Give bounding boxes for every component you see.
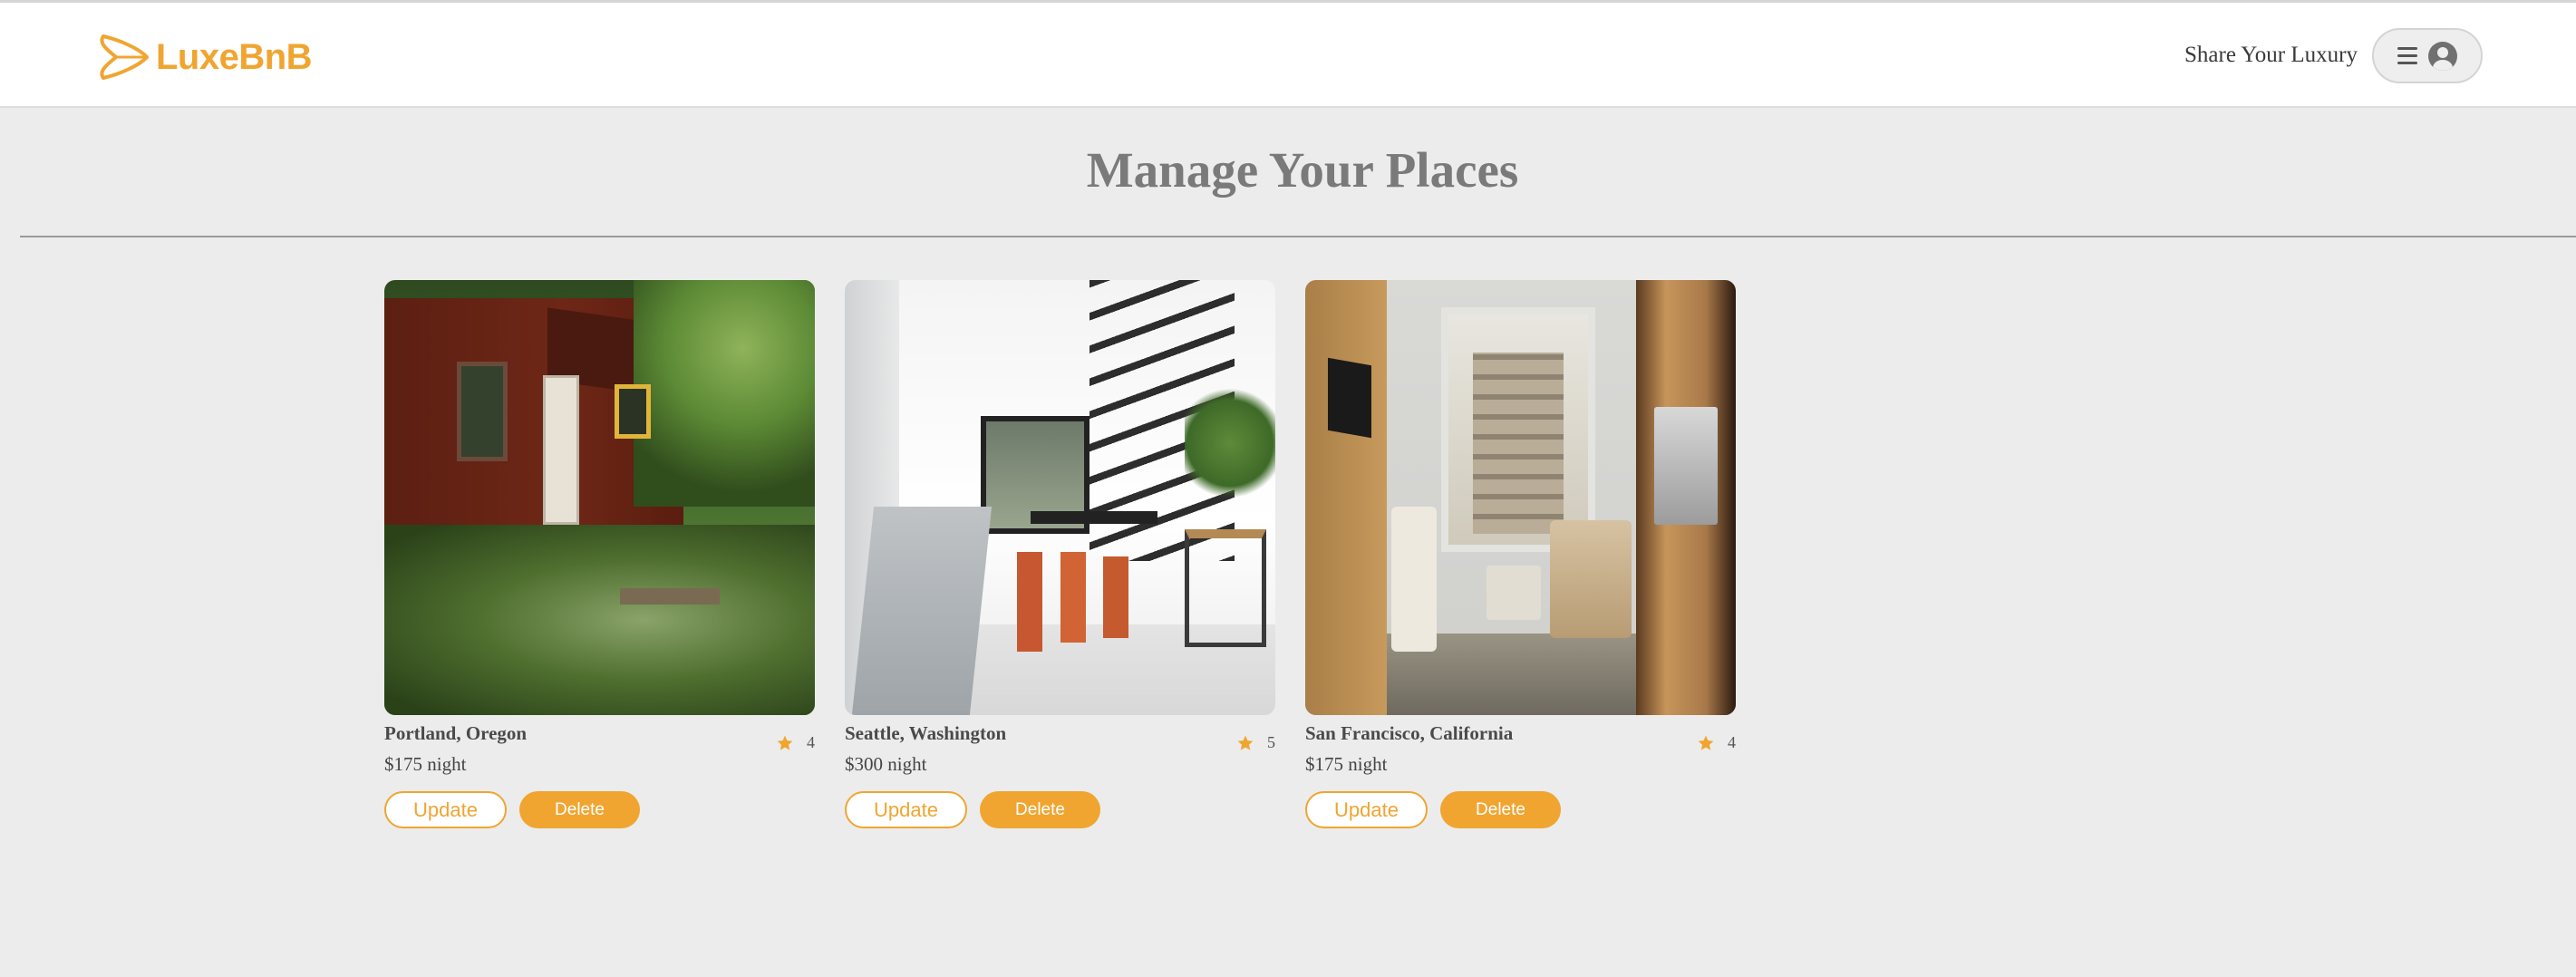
delete-button[interactable]: Delete [980,791,1100,828]
place-photo[interactable] [845,280,1275,715]
hamburger-icon [2397,47,2417,64]
star-icon [1237,735,1254,750]
place-card: Portland, Oregon $175 night 4 Update Del… [384,280,815,828]
logo-icon [100,34,149,80]
logo[interactable]: LuxeBnB [96,30,313,84]
place-rating: 4 [776,733,815,752]
place-photo[interactable] [1305,280,1736,715]
place-price: $175 night [1305,753,1388,775]
brand-name: LuxeBnB [156,36,313,77]
title-divider [20,236,2576,237]
place-card: Seattle, Washington $300 night 5 Update … [845,280,1275,828]
place-photo[interactable] [384,280,815,715]
rating-value: 5 [1267,733,1275,751]
delete-button[interactable]: Delete [1440,791,1561,828]
star-icon [777,735,793,750]
update-button[interactable]: Update [1305,791,1428,828]
place-rating: 4 [1697,733,1736,752]
star-icon [1698,735,1714,750]
user-menu-button[interactable] [2372,28,2483,83]
place-price: $175 night [384,753,467,775]
update-button[interactable]: Update [845,791,967,828]
delete-button[interactable]: Delete [519,791,640,828]
rating-value: 4 [1728,733,1736,751]
place-card: San Francisco, California $175 night 4 U… [1305,280,1736,828]
place-price: $300 night [845,753,927,775]
place-location: Seattle, Washington [845,722,1007,744]
place-location: Portland, Oregon [384,722,528,744]
site-header: LuxeBnB Share Your Luxury [0,3,2576,108]
update-button[interactable]: Update [384,791,507,828]
share-your-luxury-link[interactable]: Share Your Luxury [2184,43,2358,68]
rating-value: 4 [807,733,815,751]
user-circle-icon [2428,41,2457,71]
place-location: San Francisco, California [1305,722,1514,744]
page-title: Manage Your Places [1086,142,1519,198]
place-rating: 5 [1236,733,1275,752]
